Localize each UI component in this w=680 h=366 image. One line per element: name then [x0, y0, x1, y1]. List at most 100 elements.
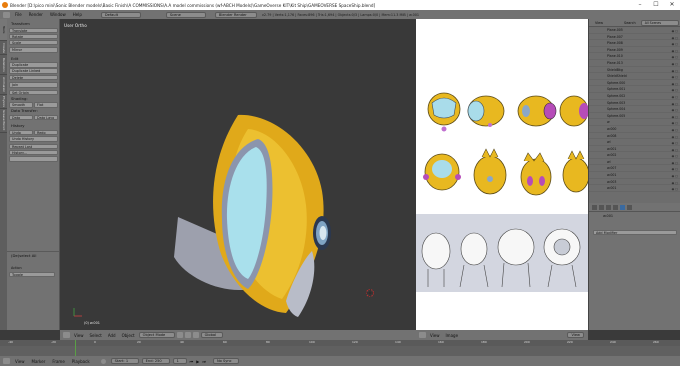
outliner-row[interactable]: Sphere.003 ◉ ▢ [589, 100, 680, 107]
close-button[interactable]: ✕ [664, 0, 680, 10]
outliner-row[interactable]: Plane.009 ◉ ▢ [589, 47, 680, 54]
marker-menu[interactable]: Marker [30, 359, 48, 364]
outliner-row[interactable]: wl ◉ ▢ [589, 159, 680, 166]
render-engine-select[interactable]: Blender Render [214, 11, 257, 18]
editor-type-icon[interactable] [63, 332, 70, 338]
timeline-view-menu[interactable]: View [13, 359, 27, 364]
scene-tab-icon[interactable] [599, 204, 604, 210]
tab-animation[interactable]: Animation [0, 75, 7, 95]
manipulator-icon[interactable] [192, 332, 199, 338]
layout-select[interactable]: Default [100, 11, 141, 18]
add-menu[interactable]: Add [106, 333, 118, 338]
pivot-icon[interactable] [184, 332, 191, 338]
material-tab-icon[interactable] [627, 204, 632, 210]
undo-history-button[interactable]: Undo History [9, 136, 58, 142]
repeat-history-button[interactable]: History... [9, 149, 58, 156]
outliner-row[interactable]: w.001 ◉ ▢ [589, 146, 680, 153]
image-menu[interactable]: Image [444, 333, 461, 338]
orientation-select[interactable]: Global [200, 332, 223, 338]
smooth-button[interactable]: Smooth [9, 102, 33, 108]
playback-menu[interactable]: Playback [70, 359, 92, 364]
outliner-row[interactable]: Plane.008 ◉ ▢ [589, 40, 680, 47]
object-menu[interactable]: Object [120, 333, 137, 338]
history-button[interactable] [9, 156, 58, 162]
outliner-row[interactable]: w.008 ◉ ▢ [589, 133, 680, 140]
maximize-button[interactable]: ☐ [648, 0, 664, 10]
transform-header[interactable]: Transform [9, 21, 58, 27]
current-frame-marker[interactable] [75, 340, 76, 356]
modifier-tab-icon[interactable] [620, 204, 625, 210]
start-frame-field[interactable]: Start: 1 [110, 358, 139, 364]
helmet-model[interactable] [60, 19, 416, 330]
outliner-row[interactable]: Plane.005 ◉ ▢ [589, 27, 680, 34]
image-view-select[interactable]: View [567, 332, 584, 338]
data-layout-button[interactable]: Data Layo [34, 114, 58, 121]
outliner-row[interactable]: ShieldShield ◉ ▢ [589, 73, 680, 80]
frame-menu[interactable]: Frame [50, 359, 66, 364]
select-menu[interactable]: Select [88, 333, 104, 338]
object-tab-icon[interactable] [613, 204, 618, 210]
tab-create[interactable]: Create [0, 41, 7, 55]
outliner-row[interactable]: w.007 ◉ ▢ [589, 165, 680, 173]
outliner-row[interactable]: ShieldBkg ◉ ▢ [589, 67, 680, 74]
tab-relations[interactable]: Relations [0, 55, 7, 75]
translate-button[interactable]: Translate [9, 27, 58, 34]
render-tab-icon[interactable] [592, 204, 597, 210]
rotate-button[interactable]: Rotate [9, 33, 58, 40]
current-frame-field[interactable]: 1 [172, 358, 187, 364]
tab-grease-pencil[interactable]: Grease Pencil [0, 109, 7, 133]
action-select[interactable]: Toggle [9, 271, 55, 278]
jump-start-icon[interactable]: ⏮ [190, 359, 194, 364]
mode-select[interactable]: Object Mode [138, 332, 175, 338]
menu-help[interactable]: Help [71, 12, 84, 17]
play-icon[interactable]: ▶ [196, 359, 199, 364]
outliner-row[interactable]: Plane.013 ◉ ▢ [589, 60, 680, 67]
outliner-row[interactable]: w.000 ◉ ▢ [589, 126, 680, 133]
outliner-row[interactable]: Sphere.005 ◉ ▢ [589, 113, 680, 120]
menu-file[interactable]: File [13, 12, 24, 17]
image-editor-type-icon[interactable] [419, 332, 426, 338]
tab-tools[interactable]: Tools [0, 19, 7, 41]
duplicate-linked-button[interactable]: Duplicate Linked [9, 68, 58, 74]
outliner-row[interactable]: Sphere.002 ◉ ▢ [589, 93, 680, 100]
menu-render[interactable]: Render [27, 12, 45, 17]
data-button[interactable]: Data [9, 114, 33, 121]
flat-button[interactable]: Flat [34, 102, 58, 108]
view-menu[interactable]: View [72, 333, 86, 338]
outliner-row[interactable]: Sphere.001 ◉ ▢ [589, 86, 680, 93]
edit-header[interactable]: Edit [9, 56, 58, 62]
end-frame-field[interactable]: End: 250 [141, 358, 170, 364]
sync-select[interactable]: No Sync [212, 358, 239, 364]
outliner-row[interactable]: w.001 ◉ ▢ [589, 172, 680, 179]
redo-button[interactable]: Redo [34, 129, 58, 136]
editor-type-icon[interactable] [3, 11, 10, 18]
minimize-button[interactable]: – [632, 0, 648, 10]
undo-button[interactable]: Undo [9, 129, 33, 136]
outliner-row[interactable]: Plane.007 ◉ ▢ [589, 34, 680, 41]
add-modifier-button[interactable]: Add Modifier [593, 229, 677, 236]
outliner-row[interactable]: w ◉ ▢ [589, 119, 680, 126]
outliner-row[interactable]: Plane.010 ◉ ▢ [589, 53, 680, 60]
outliner-row[interactable]: w.002 ◉ ▢ [589, 152, 680, 159]
outliner-row[interactable]: w.001 ◉ ▢ [589, 185, 680, 192]
outliner-view-menu[interactable]: View [593, 21, 605, 25]
jump-end-icon[interactable]: ⏭ [202, 359, 206, 364]
image-editor[interactable] [416, 19, 588, 330]
scale-button[interactable]: Scale [9, 39, 58, 46]
outliner-search-menu[interactable]: Search [622, 21, 638, 25]
outliner-row[interactable]: Sphere.000 ◉ ▢ [589, 80, 680, 87]
shading-icon[interactable] [176, 332, 183, 338]
operator-panel-header[interactable]: (De)select All [9, 253, 36, 259]
outliner-display-select[interactable]: All Scenes [640, 19, 679, 26]
image-view-menu[interactable]: View [428, 333, 442, 338]
delete-button[interactable]: Delete [9, 74, 58, 81]
set-origin-button[interactable]: Set Origin [9, 89, 58, 96]
world-tab-icon[interactable] [606, 204, 611, 210]
join-button[interactable]: Join [9, 82, 58, 88]
menu-window[interactable]: Window [48, 12, 68, 17]
visibility-icon[interactable]: ◉ ▢ [672, 186, 678, 193]
duplicate-button[interactable]: Duplicate [9, 62, 58, 68]
scene-select[interactable]: Scene [165, 11, 206, 18]
outliner-row[interactable]: wl ◉ ▢ [589, 139, 680, 146]
repeat-last-button[interactable]: Repeat Last [9, 143, 58, 150]
